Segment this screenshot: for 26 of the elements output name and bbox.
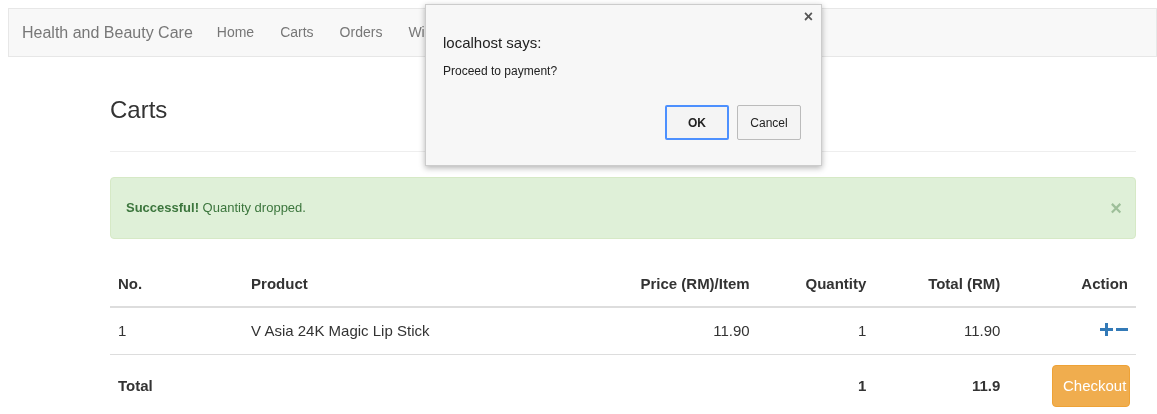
table-cell: 11.90 [713,321,750,339]
total-label: Total [118,376,153,394]
column-header: No. [110,263,188,307]
table-cell: 1 [118,321,127,339]
minus-icon[interactable] [1116,327,1128,331]
brand-link[interactable]: Health and Beauty Care [22,20,193,45]
table-cell: 1 [858,321,867,339]
alert-message: Successful! Quantity dropped. [126,199,306,218]
column-header: Action [1008,263,1136,307]
dialog-message: Proceed to payment? [443,63,558,80]
table-cell: 1 [858,376,867,394]
close-button[interactable]: × [803,7,813,27]
column-header: Price (RM)/Item [567,263,758,307]
plus-icon[interactable] [1100,322,1113,336]
table-cell: 11.90 [963,321,1001,339]
nav-link[interactable]: Carts [267,22,327,43]
table-cell: V Asia 24K Magic Lip Stick [251,321,430,339]
dialog-title: localhost says: [443,33,542,53]
ok-button[interactable]: OK [665,105,729,140]
cancel-button[interactable]: Cancel [737,105,801,140]
nav-link[interactable]: Home [204,22,268,43]
nav-link[interactable]: Orders [326,22,396,43]
column-header: Product [187,263,568,307]
column-header: Quantity [757,263,875,307]
table-cell: 11.9 [972,376,1001,394]
column-header: Total (RM) [874,263,1009,307]
